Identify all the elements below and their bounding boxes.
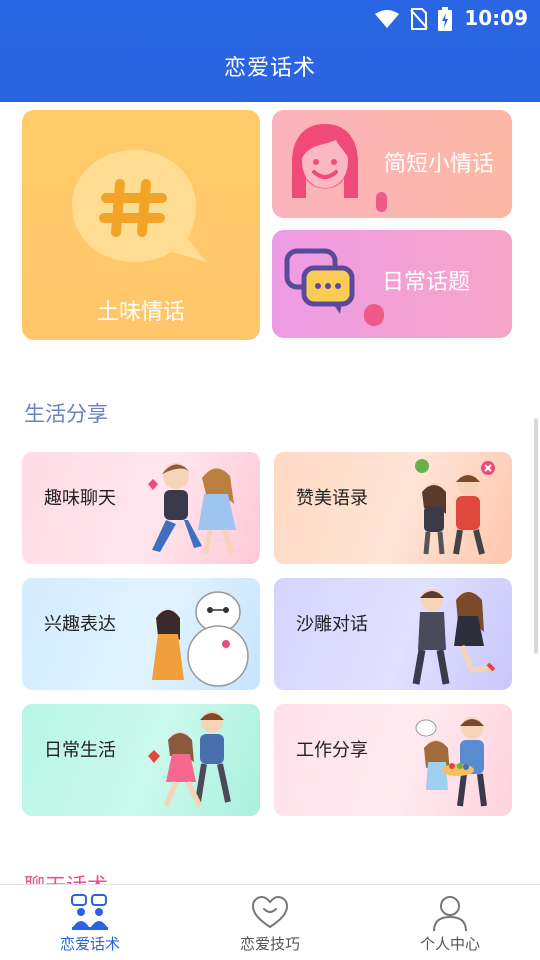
tile-label: 兴趣表达: [44, 614, 116, 635]
featured-card-label: 日常话题: [382, 270, 471, 295]
nav-tab-label: 恋爱话术: [59, 935, 120, 953]
page-title: 恋爱话术: [223, 56, 316, 81]
nav-tab-label: 个人中心: [419, 935, 480, 953]
app-bar: 10:09 恋爱话术: [0, 0, 540, 102]
tile-label: 赞美语录: [296, 488, 368, 509]
tile-label: 日常生活: [44, 740, 116, 761]
category-tile-interest-expression[interactable]: 兴趣表达: [22, 578, 260, 690]
tile-label: 沙雕对话: [296, 614, 368, 635]
featured-card-pickup-lines[interactable]: 土味情话: [22, 110, 260, 340]
main-content[interactable]: 土味情话 简短小情话 日常话题 生活分享 趣味聊天 赞美语录 兴趣表达 沙雕对话…: [0, 102, 540, 884]
featured-card-daily-topics[interactable]: 日常话题: [272, 230, 512, 338]
tile-label: 工作分享: [296, 740, 368, 761]
nav-tab-love-scripts[interactable]: 恋爱话术: [0, 885, 180, 960]
chat-bubbles-icon: [284, 248, 355, 314]
person-icon: [433, 896, 467, 932]
category-tile-silly-dialogue[interactable]: 沙雕对话: [274, 578, 512, 690]
no-sim-icon: [410, 8, 428, 30]
girl-face-icon: [292, 124, 358, 198]
status-icons: [374, 7, 452, 31]
couple-illustration: [152, 591, 249, 687]
nav-tab-profile[interactable]: 个人中心: [360, 885, 540, 960]
couple-illustration: [148, 463, 236, 555]
app-screen: 10:09 恋爱话术 土味情话 简短小情话 日常话题 生活分享 趣味聊天 赞美语…: [0, 0, 540, 960]
featured-card-short-love-words[interactable]: 简短小情话: [272, 110, 512, 218]
battery-charging-icon: [438, 7, 452, 31]
featured-card-label: 土味情话: [96, 300, 185, 325]
couple-illustration: [415, 717, 487, 807]
decor-dot: [376, 192, 387, 212]
nav-tab-label: 恋爱技巧: [239, 935, 300, 953]
status-time: 10:09: [464, 6, 528, 30]
couple-illustration: [415, 459, 495, 555]
hashtag-bubble-icon: [72, 150, 206, 262]
tile-label: 趣味聊天: [44, 488, 116, 509]
nav-tab-love-tips[interactable]: 恋爱技巧: [180, 885, 360, 960]
wifi-icon: [375, 10, 399, 28]
heart-icon: [251, 895, 289, 929]
category-tile-daily-life[interactable]: 日常生活: [22, 704, 260, 816]
chat-people-icon: [71, 894, 108, 930]
section-title-life-sharing: 生活分享: [24, 402, 108, 426]
category-tile-work-sharing[interactable]: 工作分享: [274, 704, 512, 816]
category-tile-compliments[interactable]: 赞美语录: [274, 452, 512, 564]
bottom-nav: 恋爱话术 恋爱技巧 个人中心: [0, 884, 540, 960]
category-tile-fun-chat[interactable]: 趣味聊天: [22, 452, 260, 564]
decor-dot: [364, 304, 384, 326]
scrollbar[interactable]: [534, 418, 538, 654]
couple-illustration: [412, 589, 496, 685]
status-bar: 10:09: [0, 0, 540, 36]
couple-illustration: [148, 711, 231, 808]
featured-card-label: 简短小情话: [384, 152, 495, 177]
section-title-chat-scripts: 聊天话术: [24, 870, 108, 884]
